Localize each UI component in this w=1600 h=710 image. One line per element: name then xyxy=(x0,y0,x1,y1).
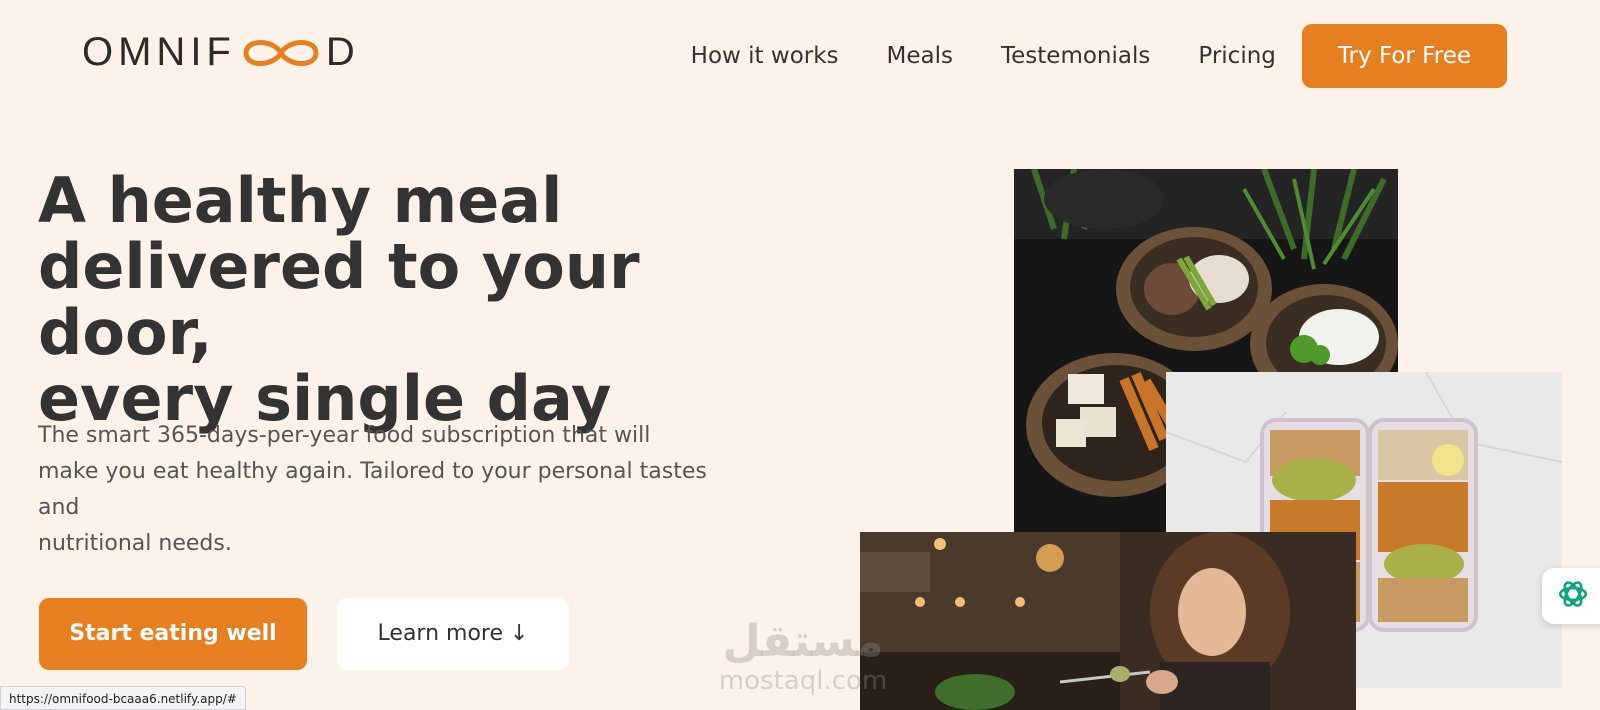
nav-meals[interactable]: Meals xyxy=(887,43,953,69)
watermark: مستقل mostaql.com xyxy=(708,616,898,697)
woman-eating-image xyxy=(860,532,1356,710)
hero-title: A healthy meal delivered to your door, e… xyxy=(38,168,798,432)
hero-description-line: The smart 365-days-per-year food subscri… xyxy=(38,423,651,448)
nav-pricing[interactable]: Pricing xyxy=(1198,43,1276,69)
logo-text-right: D xyxy=(325,30,360,74)
main-nav: How it works Meals Testemonials Pricing … xyxy=(691,24,1507,88)
learn-more-button[interactable]: Learn more ↓ xyxy=(337,598,569,670)
start-eating-well-button[interactable]: Start eating well xyxy=(39,598,307,670)
status-bar-url: https://omnifood-bcaaa6.netlify.app/# xyxy=(0,686,246,710)
chatgpt-icon xyxy=(1556,577,1590,615)
hero-title-line: delivered to your door, xyxy=(38,230,640,369)
infinity-icon xyxy=(240,33,322,73)
logo[interactable]: OMNIF D xyxy=(82,30,360,75)
try-for-free-button[interactable]: Try For Free xyxy=(1301,24,1507,88)
nav-how-it-works[interactable]: How it works xyxy=(691,43,839,69)
watermark-latin: mostaql.com xyxy=(718,666,888,696)
hero-description: The smart 365-days-per-year food subscri… xyxy=(38,418,738,562)
logo-text-left: OMNIF xyxy=(82,30,236,74)
nav-testimonials[interactable]: Testemonials xyxy=(1001,43,1150,69)
chat-widget-button[interactable] xyxy=(1542,568,1600,624)
hero-description-line: nutritional needs. xyxy=(38,531,232,556)
hero-description-line: make you eat healthy again. Tailored to … xyxy=(38,459,707,520)
hero-title-line: A healthy meal xyxy=(38,164,563,237)
watermark-arabic: مستقل xyxy=(722,616,884,667)
